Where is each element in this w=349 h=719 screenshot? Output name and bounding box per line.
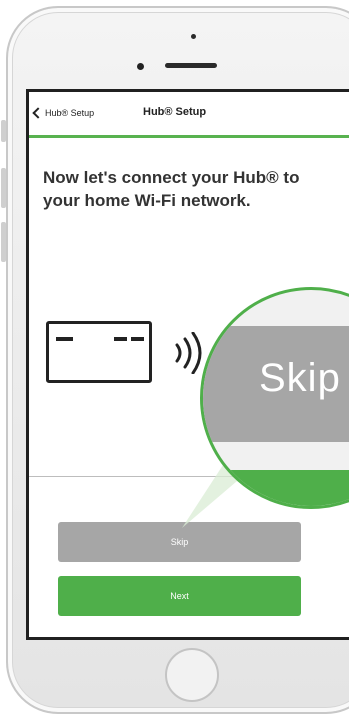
next-button[interactable]: Next [58,576,301,616]
navigation-bar: Hub® Setup Hub® Setup [29,92,349,138]
mute-switch [1,120,6,142]
hub-led-left [56,337,73,341]
setup-instructions: Now let's connect your Hub® to your home… [43,168,300,210]
volume-down-button [1,222,6,262]
skip-button-label: Skip [170,537,189,547]
volume-up-button [1,168,6,208]
next-button-label: Next [170,591,189,601]
zoom-next-bar [203,470,349,506]
chevron-left-icon [32,107,44,119]
back-button[interactable]: Hub® Setup [31,107,95,119]
stage: Hub® Setup Hub® Setup Now let's connect … [0,0,349,719]
home-button[interactable] [165,648,219,702]
hub-led-right-1 [114,337,127,341]
hub-led-right-2 [131,337,144,341]
proximity-sensor [137,63,144,70]
back-button-label: Hub® Setup [45,108,95,118]
earpiece-speaker [165,63,217,68]
skip-button[interactable]: Skip [58,522,301,562]
page-title: Hub® Setup [143,106,207,118]
zoom-skip-label: Skip [259,356,341,400]
hub-device-icon [46,321,152,383]
front-camera [191,34,196,39]
